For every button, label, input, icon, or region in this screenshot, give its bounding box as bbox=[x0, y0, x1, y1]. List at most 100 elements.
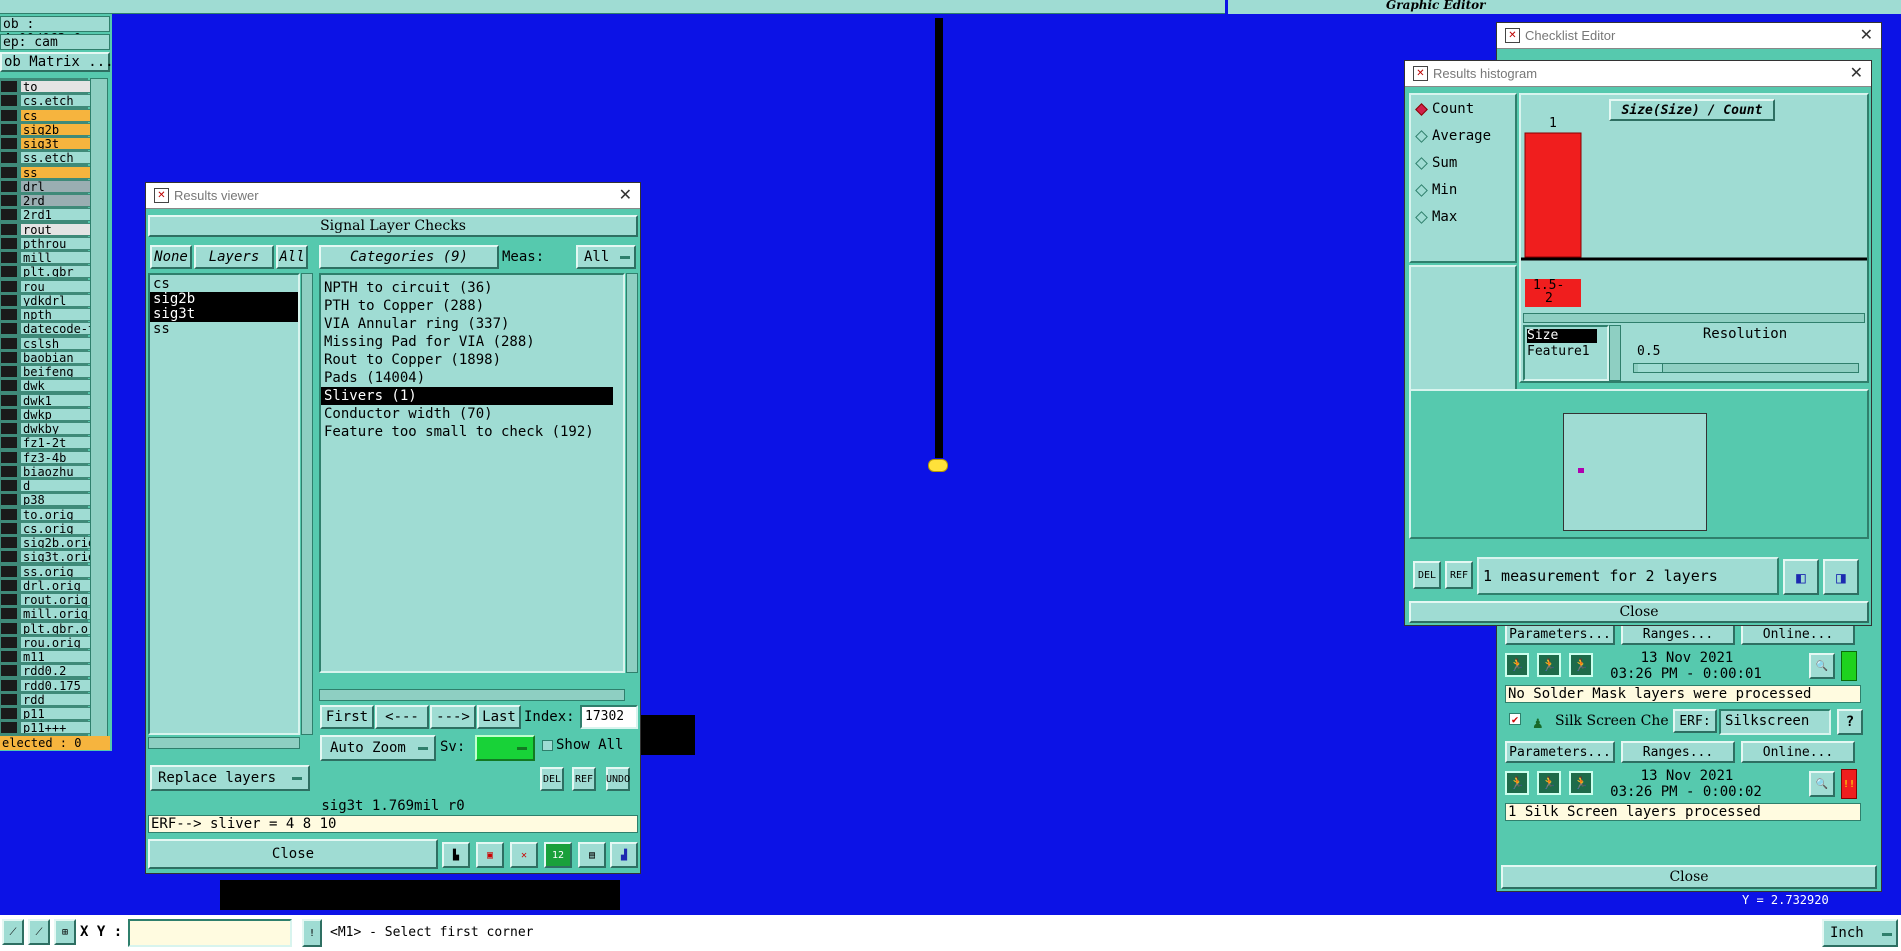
category-item[interactable]: Pads (14004) bbox=[321, 369, 613, 387]
layer-color-box[interactable] bbox=[0, 422, 18, 435]
run-icon[interactable]: 🏃 bbox=[1537, 653, 1561, 677]
layer-list-scrollbar[interactable] bbox=[90, 78, 108, 738]
run-icon[interactable]: 🏃 bbox=[1569, 653, 1593, 677]
ranges-button[interactable]: Ranges... bbox=[1621, 741, 1735, 763]
layer-color-box[interactable] bbox=[0, 279, 18, 293]
online-button[interactable]: Online... bbox=[1741, 623, 1855, 645]
zoom-icon[interactable]: 🔍 bbox=[1809, 653, 1835, 679]
category-item[interactable]: Feature too small to check (192) bbox=[321, 423, 613, 441]
layer-color-box[interactable] bbox=[0, 137, 18, 150]
meas-dropdown[interactable]: All bbox=[576, 245, 636, 269]
del-icon[interactable]: DEL bbox=[540, 767, 564, 791]
mode-radio-count[interactable]: Count bbox=[1415, 101, 1474, 117]
layer-color-box[interactable] bbox=[0, 165, 18, 179]
info-icon[interactable]: ! bbox=[302, 919, 322, 947]
online-button[interactable]: Online... bbox=[1741, 741, 1855, 763]
layer-color-box[interactable] bbox=[0, 536, 18, 549]
layer-color-box[interactable] bbox=[0, 436, 18, 450]
zoom-icon[interactable]: 🔍 bbox=[1809, 771, 1835, 797]
layer-list-item[interactable]: cs bbox=[150, 277, 298, 292]
parameters-button[interactable]: Parameters... bbox=[1505, 741, 1615, 763]
layer-color-box[interactable] bbox=[0, 450, 18, 464]
bar-chart-icon[interactable]: ▟ bbox=[610, 842, 638, 868]
next-button[interactable]: ---> bbox=[430, 705, 476, 729]
layer-color-box[interactable] bbox=[0, 194, 18, 207]
close-icon[interactable]: ✕ bbox=[619, 185, 632, 204]
layers-button[interactable]: Layers bbox=[194, 245, 274, 269]
resolution-slider[interactable] bbox=[1633, 363, 1859, 373]
close-icon[interactable]: ✕ bbox=[1850, 63, 1863, 82]
ref-icon[interactable]: REF bbox=[1445, 561, 1473, 589]
xy-input[interactable] bbox=[128, 919, 292, 947]
layer-color-box[interactable] bbox=[0, 293, 18, 307]
layer-color-box[interactable] bbox=[0, 365, 18, 378]
categories-button[interactable]: Categories (9) bbox=[319, 245, 499, 269]
layer-color-box[interactable] bbox=[0, 521, 18, 535]
run-icon[interactable]: 🏃 bbox=[1569, 771, 1593, 795]
mode-radio-max[interactable]: Max bbox=[1415, 209, 1457, 225]
layer-color-box[interactable] bbox=[0, 692, 18, 706]
layer-color-box[interactable] bbox=[0, 80, 18, 93]
show-all-checkbox[interactable] bbox=[542, 740, 553, 751]
layer-color-box[interactable] bbox=[0, 151, 18, 165]
layers-scrollbar[interactable] bbox=[301, 273, 313, 735]
layer-color-box[interactable] bbox=[0, 94, 18, 108]
units-dropdown[interactable]: Inch bbox=[1822, 919, 1898, 947]
job-matrix-button[interactable]: ob Matrix ... bbox=[0, 52, 114, 72]
layer-color-box[interactable] bbox=[0, 650, 18, 663]
categories-scrollbar[interactable] bbox=[626, 273, 638, 673]
chart-hscrollbar[interactable] bbox=[1523, 313, 1865, 323]
size-list[interactable]: Size Feature1 bbox=[1523, 325, 1609, 381]
erf-value[interactable]: Silkscreen bbox=[1719, 709, 1831, 735]
layer-color-box[interactable] bbox=[0, 265, 18, 279]
checklist-close-button[interactable]: Close bbox=[1501, 865, 1877, 889]
parameters-button[interactable]: Parameters... bbox=[1505, 623, 1615, 645]
layer-color-box[interactable] bbox=[0, 222, 18, 236]
layer-color-box[interactable] bbox=[0, 621, 18, 635]
run-icon[interactable]: 🏃 bbox=[1505, 771, 1529, 795]
report-icon[interactable]: ▣ bbox=[476, 842, 504, 868]
layer-color-box[interactable] bbox=[0, 564, 18, 578]
layers-hscrollbar[interactable] bbox=[148, 737, 300, 749]
layer-color-box[interactable] bbox=[0, 251, 18, 264]
layer-color-box[interactable] bbox=[0, 479, 18, 492]
layer-color-box[interactable] bbox=[0, 322, 18, 336]
index-field[interactable]: 17302 bbox=[580, 705, 638, 729]
size-list-scrollbar[interactable] bbox=[1609, 325, 1621, 381]
undo-icon[interactable]: UNDO bbox=[606, 767, 630, 791]
layer-color-box[interactable] bbox=[0, 707, 18, 720]
layer-color-box[interactable] bbox=[0, 179, 18, 193]
ranges-button[interactable]: Ranges... bbox=[1621, 623, 1735, 645]
histogram-close-button[interactable]: Close bbox=[1409, 601, 1869, 623]
auto-zoom-dropdown[interactable]: Auto Zoom bbox=[320, 735, 436, 761]
mode-radio-min[interactable]: Min bbox=[1415, 182, 1457, 198]
histogram-tool-icon[interactable]: ▙ bbox=[442, 842, 470, 868]
all-button[interactable]: All bbox=[276, 245, 308, 269]
layer-list-item[interactable]: sig3t bbox=[150, 307, 298, 322]
resolution-slider-thumb[interactable] bbox=[1638, 364, 1663, 372]
mode-radio-average[interactable]: Average bbox=[1415, 128, 1491, 144]
histogram-bar[interactable] bbox=[1524, 132, 1582, 258]
mode-radio-sum[interactable]: Sum bbox=[1415, 155, 1457, 171]
layer-color-box[interactable] bbox=[0, 308, 18, 321]
delete-results-icon[interactable]: ✕ bbox=[510, 842, 538, 868]
last-button[interactable]: Last bbox=[477, 705, 521, 729]
prev-measure-icon[interactable]: ◧ bbox=[1783, 559, 1819, 595]
layer-color-box[interactable] bbox=[0, 664, 18, 678]
layer-color-box[interactable] bbox=[0, 108, 18, 122]
category-item[interactable]: PTH to Copper (288) bbox=[321, 297, 613, 315]
layer-color-box[interactable] bbox=[0, 507, 18, 521]
category-item[interactable]: VIA Annular ring (337) bbox=[321, 315, 613, 333]
category-item[interactable]: Rout to Copper (1898) bbox=[321, 351, 613, 369]
layer-color-box[interactable] bbox=[0, 464, 18, 478]
first-button[interactable]: First bbox=[320, 705, 374, 729]
size-list-item[interactable]: Feature1 bbox=[1527, 345, 1605, 359]
layer-color-box[interactable] bbox=[0, 122, 18, 136]
layer-color-box[interactable] bbox=[0, 550, 18, 564]
run-icon[interactable]: 🏃 bbox=[1505, 653, 1529, 677]
silk-check-checkbox[interactable]: ✔ bbox=[1509, 713, 1521, 725]
layer-color-box[interactable] bbox=[0, 493, 18, 507]
layer-color-box[interactable] bbox=[0, 236, 18, 250]
close-button[interactable]: Close bbox=[148, 839, 438, 869]
prev-button[interactable]: <--- bbox=[375, 705, 429, 729]
